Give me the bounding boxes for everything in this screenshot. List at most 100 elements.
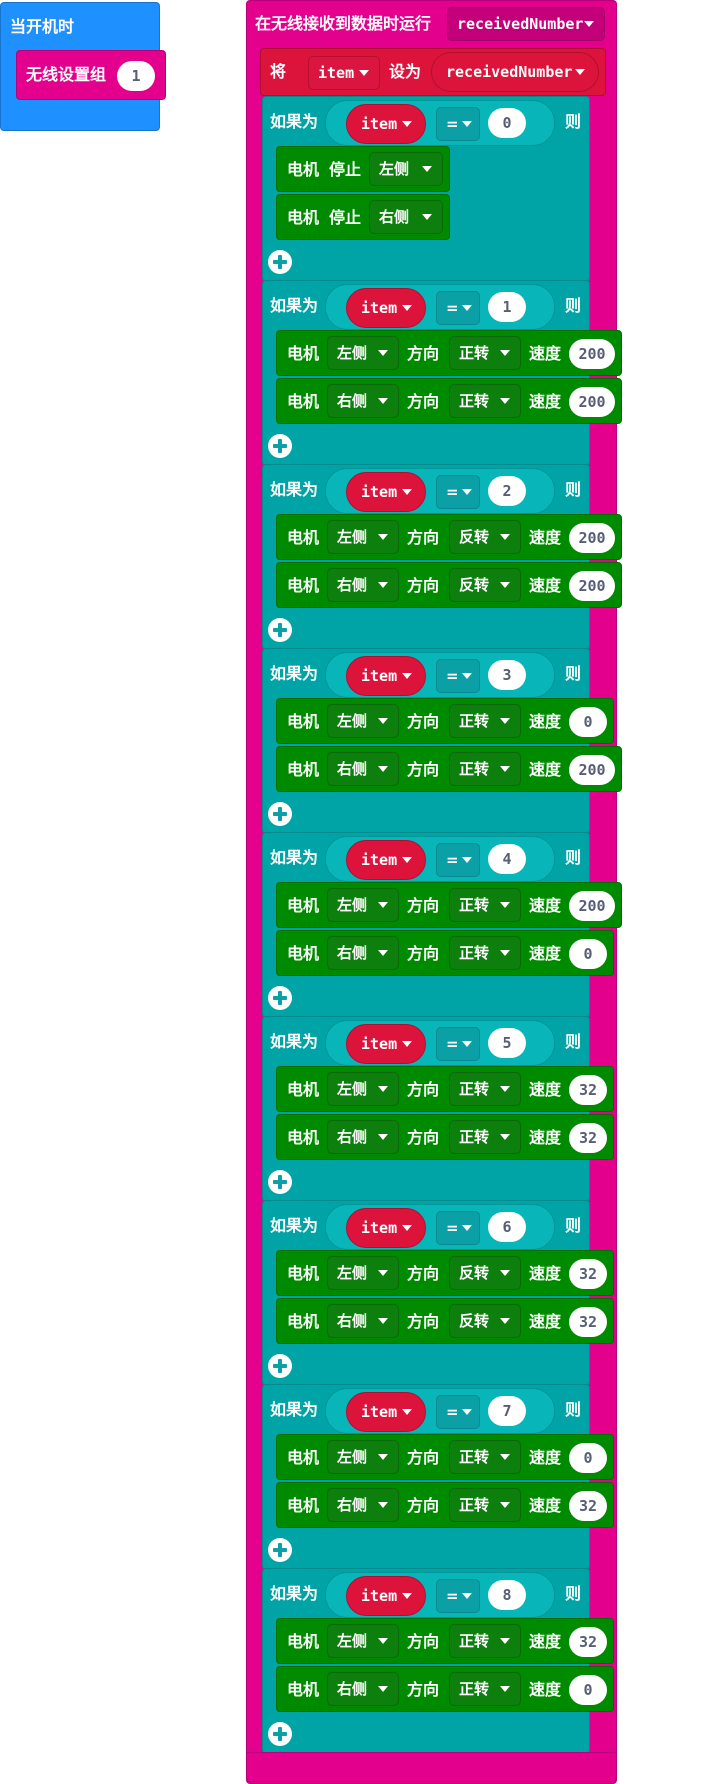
motor-direction-dropdown[interactable]: 反转: [449, 568, 521, 602]
motor-side-dropdown[interactable]: 左侧: [327, 1624, 399, 1658]
compare-value[interactable]: 4: [488, 844, 526, 874]
add-else-plus-icon[interactable]: [268, 434, 292, 458]
motor-speed-value[interactable]: 0: [569, 1443, 607, 1473]
motor-speed-value[interactable]: 200: [569, 339, 615, 369]
compare-value[interactable]: 8: [488, 1580, 526, 1610]
motor-side-dropdown[interactable]: 右侧: [327, 568, 399, 602]
motor-direction-dropdown[interactable]: 正转: [449, 704, 521, 738]
compare-block[interactable]: item = 6: [325, 1204, 555, 1250]
motor-run-block[interactable]: 电机 右侧 方向 正转 速度 0: [276, 1666, 614, 1712]
compare-value[interactable]: 6: [488, 1212, 526, 1242]
radio-group-value[interactable]: 1: [117, 61, 155, 91]
motor-direction-dropdown[interactable]: 正转: [449, 1440, 521, 1474]
item-variable[interactable]: item: [346, 104, 426, 144]
compare-operator-dropdown[interactable]: =: [436, 1211, 480, 1245]
motor-speed-value[interactable]: 200: [569, 523, 615, 553]
motor-direction-dropdown[interactable]: 正转: [449, 888, 521, 922]
add-else-plus-icon[interactable]: [268, 1722, 292, 1746]
item-variable[interactable]: item: [346, 1576, 426, 1616]
motor-run-block[interactable]: 电机 右侧 方向 正转 速度 32: [276, 1482, 614, 1528]
compare-value[interactable]: 3: [488, 660, 526, 690]
motor-speed-value[interactable]: 32: [569, 1491, 607, 1521]
motor-side-dropdown[interactable]: 左侧: [327, 1072, 399, 1106]
compare-value[interactable]: 2: [488, 476, 526, 506]
item-variable[interactable]: item: [346, 472, 426, 512]
set-variable-dropdown[interactable]: item: [308, 56, 380, 90]
motor-side-dropdown[interactable]: 左侧: [327, 520, 399, 554]
compare-operator-dropdown[interactable]: =: [436, 1027, 480, 1061]
motor-side-dropdown[interactable]: 右侧: [327, 1672, 399, 1706]
add-else-plus-icon[interactable]: [268, 618, 292, 642]
motor-direction-dropdown[interactable]: 正转: [449, 752, 521, 786]
motor-run-block[interactable]: 电机 右侧 方向 正转 速度 200: [276, 746, 622, 792]
motor-speed-value[interactable]: 32: [569, 1123, 607, 1153]
motor-speed-value[interactable]: 32: [569, 1307, 607, 1337]
compare-operator-dropdown[interactable]: =: [436, 107, 480, 141]
motor-direction-dropdown[interactable]: 正转: [449, 1072, 521, 1106]
add-else-plus-icon[interactable]: [268, 986, 292, 1010]
compare-operator-dropdown[interactable]: =: [436, 1395, 480, 1429]
motor-run-block[interactable]: 电机 右侧 方向 反转 速度 32: [276, 1298, 614, 1344]
motor-run-block[interactable]: 电机 右侧 方向 正转 速度 32: [276, 1114, 614, 1160]
motor-run-block[interactable]: 电机 左侧 方向 正转 速度 32: [276, 1066, 614, 1112]
motor-speed-value[interactable]: 32: [569, 1259, 607, 1289]
motor-run-block[interactable]: 电机 左侧 方向 正转 速度 200: [276, 330, 622, 376]
motor-speed-value[interactable]: 0: [569, 1675, 607, 1705]
motor-direction-dropdown[interactable]: 正转: [449, 1488, 521, 1522]
add-else-plus-icon[interactable]: [268, 1354, 292, 1378]
compare-operator-dropdown[interactable]: =: [436, 659, 480, 693]
motor-side-dropdown[interactable]: 左侧: [327, 888, 399, 922]
compare-block[interactable]: item = 2: [325, 468, 555, 514]
motor-run-block[interactable]: 电机 左侧 方向 反转 速度 200: [276, 514, 622, 560]
motor-run-block[interactable]: 电机 左侧 方向 反转 速度 32: [276, 1250, 614, 1296]
compare-block[interactable]: item = 1: [325, 284, 555, 330]
motor-direction-dropdown[interactable]: 正转: [449, 936, 521, 970]
add-else-plus-icon[interactable]: [268, 250, 292, 274]
motor-side-dropdown[interactable]: 右侧: [327, 936, 399, 970]
compare-block[interactable]: item = 5: [325, 1020, 555, 1066]
item-variable[interactable]: item: [346, 288, 426, 328]
item-variable[interactable]: item: [346, 1024, 426, 1064]
motor-direction-dropdown[interactable]: 正转: [449, 384, 521, 418]
compare-block[interactable]: item = 8: [325, 1572, 555, 1618]
received-number-reporter[interactable]: receivedNumber: [431, 52, 599, 92]
motor-direction-dropdown[interactable]: 正转: [449, 336, 521, 370]
compare-value[interactable]: 0: [488, 108, 526, 138]
compare-operator-dropdown[interactable]: =: [436, 1579, 480, 1613]
motor-side-dropdown[interactable]: 左侧: [327, 336, 399, 370]
add-else-plus-icon[interactable]: [268, 802, 292, 826]
motor-direction-dropdown[interactable]: 正转: [449, 1624, 521, 1658]
add-else-plus-icon[interactable]: [268, 1170, 292, 1194]
compare-value[interactable]: 1: [488, 292, 526, 322]
compare-block[interactable]: item = 3: [325, 652, 555, 698]
motor-speed-value[interactable]: 0: [569, 707, 607, 737]
motor-direction-dropdown[interactable]: 反转: [449, 520, 521, 554]
motor-speed-value[interactable]: 200: [569, 755, 615, 785]
motor-side-dropdown[interactable]: 右侧: [327, 384, 399, 418]
radio-set-group-block[interactable]: 无线设置组 1: [16, 50, 166, 100]
motor-speed-value[interactable]: 200: [569, 387, 615, 417]
item-variable[interactable]: item: [346, 656, 426, 696]
compare-value[interactable]: 5: [488, 1028, 526, 1058]
motor-side-dropdown[interactable]: 左侧: [327, 704, 399, 738]
compare-operator-dropdown[interactable]: =: [436, 475, 480, 509]
motor-stop-block[interactable]: 电机 停止 左侧: [276, 146, 450, 192]
motor-run-block[interactable]: 电机 右侧 方向 正转 速度 0: [276, 930, 614, 976]
motor-direction-dropdown[interactable]: 反转: [449, 1304, 521, 1338]
motor-speed-value[interactable]: 32: [569, 1627, 607, 1657]
compare-block[interactable]: item = 4: [325, 836, 555, 882]
compare-operator-dropdown[interactable]: =: [436, 843, 480, 877]
motor-direction-dropdown[interactable]: 正转: [449, 1120, 521, 1154]
motor-side-dropdown[interactable]: 右侧: [327, 1488, 399, 1522]
motor-run-block[interactable]: 电机 左侧 方向 正转 速度 200: [276, 882, 622, 928]
motor-run-block[interactable]: 电机 右侧 方向 正转 速度 200: [276, 378, 622, 424]
motor-run-block[interactable]: 电机 左侧 方向 正转 速度 0: [276, 698, 614, 744]
motor-side-dropdown[interactable]: 左侧: [327, 1440, 399, 1474]
item-variable[interactable]: item: [346, 840, 426, 880]
motor-speed-value[interactable]: 200: [569, 891, 615, 921]
motor-side-dropdown[interactable]: 右侧: [327, 1120, 399, 1154]
add-else-plus-icon[interactable]: [268, 1538, 292, 1562]
motor-side-dropdown[interactable]: 右侧: [327, 752, 399, 786]
motor-direction-dropdown[interactable]: 正转: [449, 1672, 521, 1706]
motor-direction-dropdown[interactable]: 反转: [449, 1256, 521, 1290]
